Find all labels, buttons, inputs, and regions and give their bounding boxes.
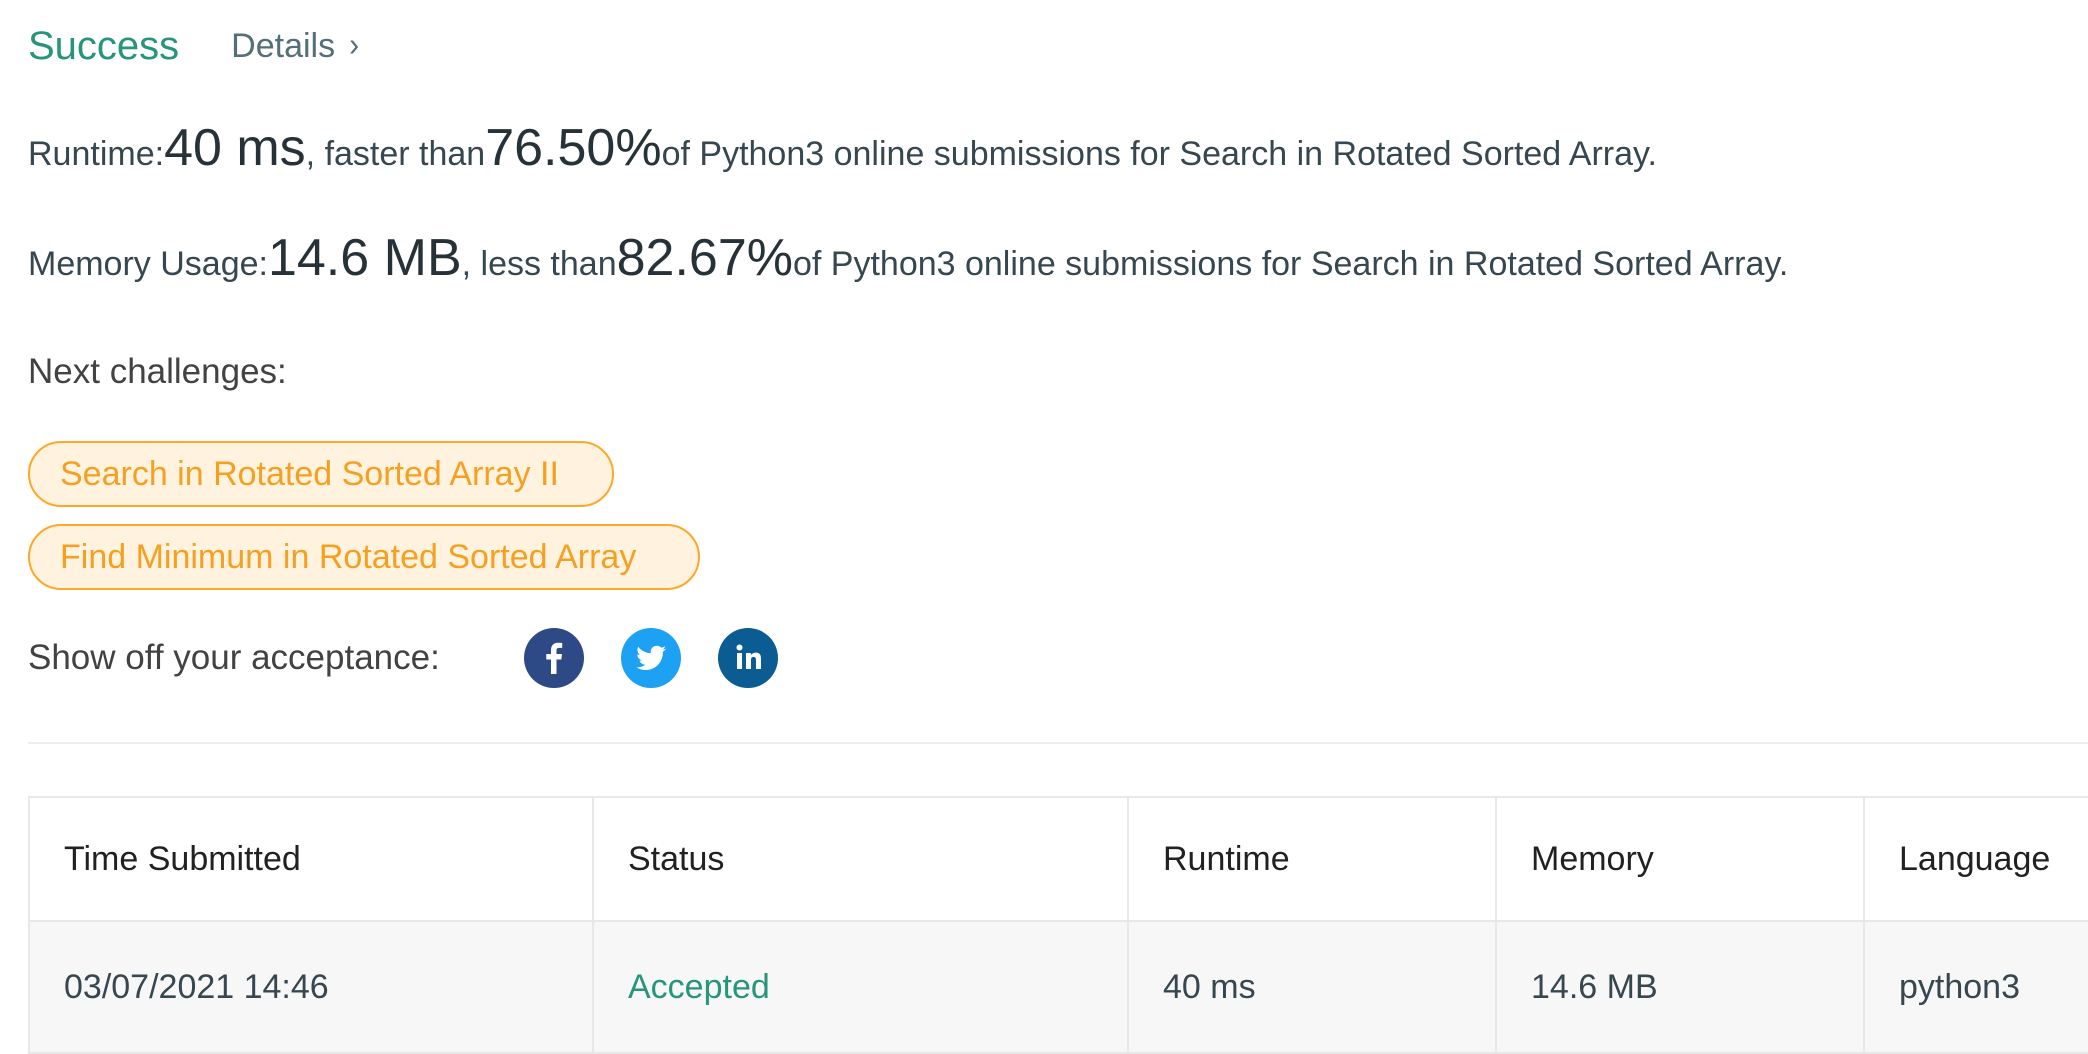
time-submitted-cell: 03/07/2021 14:46 <box>30 922 594 1052</box>
memory-value: 14.6 MB <box>267 229 462 287</box>
runtime-stat: Runtime: 40 ms , faster than 76.50% of P… <box>28 118 1657 178</box>
memory-comparison: , less than <box>461 245 617 283</box>
column-header: Runtime <box>1129 798 1497 920</box>
runtime-comparison: , faster than <box>305 135 486 173</box>
section-divider <box>28 742 2088 744</box>
result-header: Success Details › <box>28 18 359 74</box>
details-label: Details <box>231 26 336 65</box>
table-row: 03/07/2021 14:46 Accepted 40 ms 14.6 MB … <box>30 922 2088 1054</box>
chevron-right-icon: › <box>349 27 360 64</box>
language-cell: python3 <box>1899 967 2020 1006</box>
result-status-title: Success <box>28 23 180 68</box>
runtime-label: Runtime: <box>28 135 165 173</box>
memory-cell: 14.6 MB <box>1497 922 1865 1052</box>
memory-suffix: of Python3 online submissions for Search… <box>792 245 1789 283</box>
runtime-cell: 40 ms <box>1129 922 1497 1052</box>
runtime-value: 40 ms <box>164 119 306 177</box>
memory-percent: 82.67% <box>616 229 793 287</box>
column-header: Time Submitted <box>30 798 594 920</box>
facebook-icon[interactable] <box>524 628 584 688</box>
share-row: Show off your acceptance: <box>28 627 815 689</box>
column-header: Status <box>594 798 1129 920</box>
column-header: Memory <box>1497 798 1865 920</box>
share-label: Show off your acceptance: <box>28 638 440 677</box>
next-challenge-chip[interactable]: Search in Rotated Sorted Array II <box>28 441 614 507</box>
memory-stat: Memory Usage: 14.6 MB , less than 82.67%… <box>28 228 1788 288</box>
status-link[interactable]: Accepted <box>594 922 1129 1052</box>
details-link[interactable]: Details › <box>231 27 359 66</box>
next-challenge-chip[interactable]: Find Minimum in Rotated Sorted Array <box>28 524 700 590</box>
twitter-icon[interactable] <box>621 628 681 688</box>
next-challenges-label: Next challenges: <box>28 352 287 391</box>
column-header: Language <box>1899 839 2051 878</box>
runtime-suffix: of Python3 online submissions for Search… <box>661 135 1657 173</box>
submissions-table: Time Submitted Status Runtime Memory Lan… <box>28 796 2088 1054</box>
memory-label: Memory Usage: <box>28 245 268 283</box>
table-header-row: Time Submitted Status Runtime Memory Lan… <box>30 798 2088 922</box>
next-challenge-label: Find Minimum in Rotated Sorted Array <box>60 537 637 576</box>
next-challenge-label: Search in Rotated Sorted Array II <box>60 454 559 493</box>
linkedin-icon[interactable] <box>718 628 778 688</box>
runtime-percent: 76.50% <box>485 119 662 177</box>
